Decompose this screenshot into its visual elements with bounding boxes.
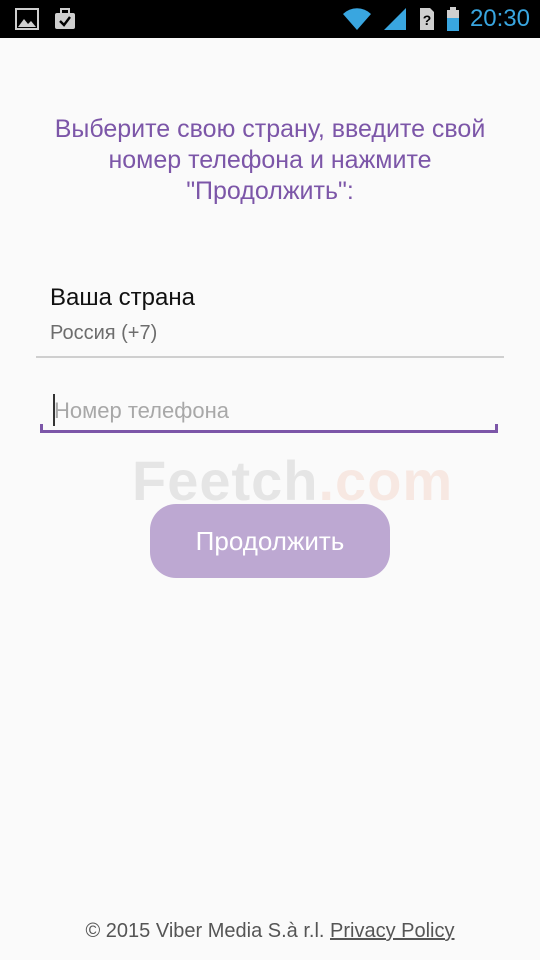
privacy-policy-link[interactable]: Privacy Policy bbox=[330, 920, 454, 942]
instruction-text: Выберите свою страну, введите свой номер… bbox=[54, 115, 486, 205]
system-icons: ? 20:30 bbox=[342, 5, 530, 33]
footer: © 2015 Viber Media S.à r.l. Privacy Poli… bbox=[0, 920, 540, 943]
wifi-icon bbox=[342, 6, 372, 32]
watermark-part2: .com bbox=[318, 449, 454, 512]
phone-number-input[interactable] bbox=[40, 390, 498, 432]
copyright-text: © 2015 Viber Media S.à r.l. bbox=[85, 920, 325, 942]
registration-screen: Выберите свою страну, введите свой номер… bbox=[0, 38, 540, 960]
country-selector[interactable]: Ваша страна Россия (+7) bbox=[36, 282, 504, 358]
signal-icon bbox=[382, 6, 408, 32]
battery-icon bbox=[446, 6, 460, 32]
watermark-part1: Feetch bbox=[132, 449, 319, 512]
text-cursor bbox=[53, 394, 55, 426]
image-icon bbox=[14, 6, 40, 32]
country-value: Россия (+7) bbox=[50, 322, 158, 344]
continue-button[interactable]: Продолжить bbox=[150, 504, 390, 578]
phone-field[interactable] bbox=[40, 390, 498, 434]
country-label: Ваша страна bbox=[50, 284, 195, 311]
svg-text:?: ? bbox=[423, 12, 432, 28]
status-bar: ? 20:30 bbox=[0, 0, 540, 38]
phone-underline bbox=[40, 424, 498, 433]
notification-icons bbox=[14, 6, 78, 32]
bag-check-icon bbox=[52, 6, 78, 32]
status-time: 20:30 bbox=[469, 5, 530, 32]
sim-unknown-icon: ? bbox=[418, 6, 436, 32]
